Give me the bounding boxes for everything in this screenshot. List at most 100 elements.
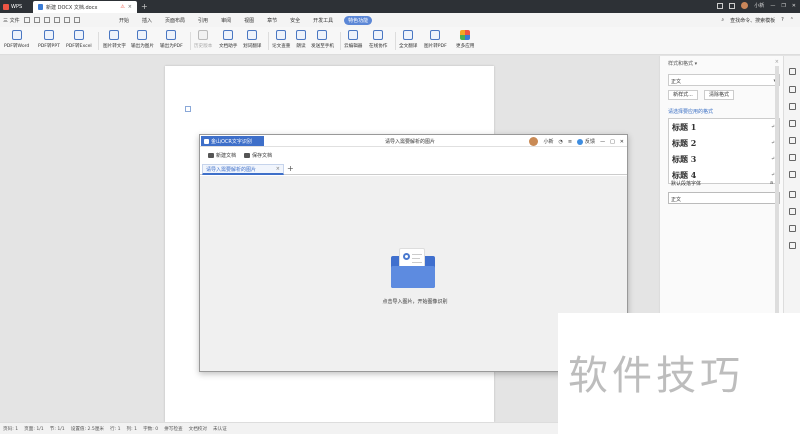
save-document-button[interactable]: 保存文档 (244, 152, 272, 159)
user-name[interactable]: 小新 (754, 2, 764, 9)
title-bar: WPS 新建 DOCX 文档.docx ⚠ × + 小新 — ❐ ✕ (0, 0, 800, 13)
style-heading-2[interactable]: 标题 2 ↵ (669, 135, 779, 151)
status-spell-check[interactable]: 拼写检查 (164, 426, 182, 432)
shape-icon[interactable] (789, 103, 796, 110)
print-icon[interactable] (43, 17, 50, 23)
tool-label: 图片转文字 (103, 44, 126, 49)
pointer-icon[interactable] (789, 86, 796, 93)
tab-developer[interactable]: 开发工具 (311, 16, 335, 25)
clear-format-button[interactable]: 清除格式 (704, 90, 734, 100)
skin-icon[interactable] (717, 2, 724, 9)
paragraph-marker-icon[interactable] (185, 106, 191, 112)
app-logo[interactable]: WPS (3, 2, 31, 11)
microphone-icon (296, 30, 306, 40)
feedback-button[interactable]: 反馈 (577, 138, 595, 145)
import-image-tab[interactable]: 请导入需要解析的图片 × (202, 164, 284, 175)
styles-pane-title[interactable]: 样式和格式 ▾ (668, 60, 697, 67)
image-to-text-button[interactable]: 图片转文字 (103, 30, 126, 52)
pdf-to-word-button[interactable]: PDF转Word (4, 30, 29, 52)
preview-icon[interactable] (53, 17, 60, 23)
close-pane-icon[interactable]: × (775, 59, 779, 65)
undo-icon[interactable] (63, 17, 70, 23)
save-icon[interactable] (33, 17, 40, 23)
minimize-icon[interactable]: — (770, 3, 775, 9)
status-unverified[interactable]: 未认证 (213, 426, 227, 432)
backup-icon[interactable] (789, 171, 796, 178)
document-assistant-button[interactable]: 文档助手 (219, 30, 237, 52)
dialog-minimize-icon[interactable]: — (600, 139, 605, 145)
help-icon[interactable]: ? (781, 17, 784, 23)
file-menu[interactable]: 三 文件 (3, 17, 20, 24)
ocr-brand: 金山OCR文字识别 (201, 136, 264, 146)
full-translate-button[interactable]: 全文翻译 (399, 30, 417, 52)
export-pdf-button[interactable]: 输出为PDF (160, 30, 183, 52)
word-translate-button[interactable]: 划词翻译 (243, 30, 261, 52)
close-window-icon[interactable]: ✕ (792, 3, 796, 9)
layout-icon[interactable] (729, 2, 736, 9)
tool-label: 输出为PDF (160, 44, 183, 49)
more-apps-button[interactable]: 更多应用 (456, 30, 474, 52)
pdf-to-excel-button[interactable]: PDF转Excel (66, 30, 92, 52)
pdf-to-ppt-button[interactable]: PDF转PPT (38, 30, 60, 52)
share-icon[interactable] (789, 154, 796, 161)
image-icon[interactable] (789, 208, 796, 215)
style-heading-3[interactable]: 标题 3 ↵ (669, 151, 779, 167)
status-proofread[interactable]: 文档校对 (189, 426, 207, 432)
import-image-folder-icon[interactable] (391, 248, 435, 288)
open-icon[interactable] (23, 17, 30, 23)
maximize-icon[interactable]: ❐ (781, 3, 785, 9)
online-collaboration-button[interactable]: 在线协作 (369, 30, 387, 52)
dialog-tab-bar: 请导入需要解析的图片 × (200, 163, 627, 175)
tab-special-features[interactable]: 特色功能 (344, 15, 373, 25)
close-tab-icon[interactable]: × (128, 4, 132, 10)
document-tab[interactable]: 新建 DOCX 文档.docx ⚠ × (33, 1, 137, 13)
cloud-editor-button[interactable]: 云编辑器 (344, 30, 362, 52)
close-tab-icon[interactable]: × (276, 166, 280, 172)
pin-icon[interactable] (789, 120, 796, 127)
dialog-user-name[interactable]: 小新 (543, 138, 553, 145)
tab-view[interactable]: 视图 (242, 16, 256, 25)
search-icon[interactable]: ⌕ (721, 17, 724, 23)
tab-review[interactable]: 审阅 (219, 16, 233, 25)
library-icon[interactable] (789, 191, 796, 198)
tool-label: 云编辑器 (344, 44, 363, 49)
status-word-count[interactable]: 字数: 0 (143, 426, 158, 432)
user-avatar[interactable] (741, 2, 749, 9)
export-image-button[interactable]: 输出为图片 (131, 30, 154, 52)
style-normal[interactable]: 正文 (668, 192, 780, 204)
dialog-close-icon[interactable]: ✕ (620, 139, 624, 145)
tab-references[interactable]: 引用 (196, 16, 210, 25)
send-to-phone-button[interactable]: 发送至手机 (311, 30, 334, 52)
style-label: 正文 (671, 197, 682, 203)
command-search[interactable]: 查找命令、搜索模板 (730, 17, 775, 24)
image-to-pdf-button[interactable]: 图片转PDF (424, 30, 447, 52)
menu-icon[interactable]: ≡ (568, 139, 572, 145)
settings-icon[interactable]: ◔ (558, 139, 562, 145)
dialog-user-avatar[interactable] (529, 137, 539, 146)
tab-security[interactable]: 安全 (288, 16, 302, 25)
new-document-button[interactable]: 新建文档 (208, 152, 236, 159)
limit-icon[interactable] (789, 137, 796, 144)
tab-sections[interactable]: 章节 (265, 16, 279, 25)
history-versions-button[interactable]: 历史版本 (194, 30, 212, 52)
warning-icon[interactable]: ⚠ (120, 4, 124, 10)
history-icon[interactable] (789, 225, 796, 232)
new-tab-button[interactable]: + (141, 2, 148, 11)
current-style-select[interactable]: 正文 ▾ (668, 74, 780, 86)
collapse-ribbon-icon[interactable]: ⌃ (790, 17, 794, 23)
new-style-button[interactable]: 新样式... (668, 90, 698, 100)
styles-icon[interactable] (789, 68, 796, 75)
tab-page-layout[interactable]: 页面布局 (163, 16, 187, 25)
dialog-maximize-icon[interactable]: □ (610, 139, 615, 145)
add-tab-button[interactable]: + (287, 164, 294, 173)
style-heading-1[interactable]: 标题 1 ↵ (669, 119, 779, 135)
default-font-style[interactable]: 默认段落字体 (671, 180, 701, 187)
read-aloud-button[interactable]: 朗读 (296, 30, 306, 52)
tab-insert[interactable]: 插入 (140, 16, 154, 25)
help-circle-icon[interactable] (789, 242, 796, 249)
redo-icon[interactable] (73, 17, 80, 23)
toolbar-divider (268, 32, 269, 50)
history-icon (198, 30, 209, 40)
tab-home[interactable]: 开始 (117, 16, 131, 25)
plagiarism-check-button[interactable]: 论文查重 (272, 30, 290, 52)
